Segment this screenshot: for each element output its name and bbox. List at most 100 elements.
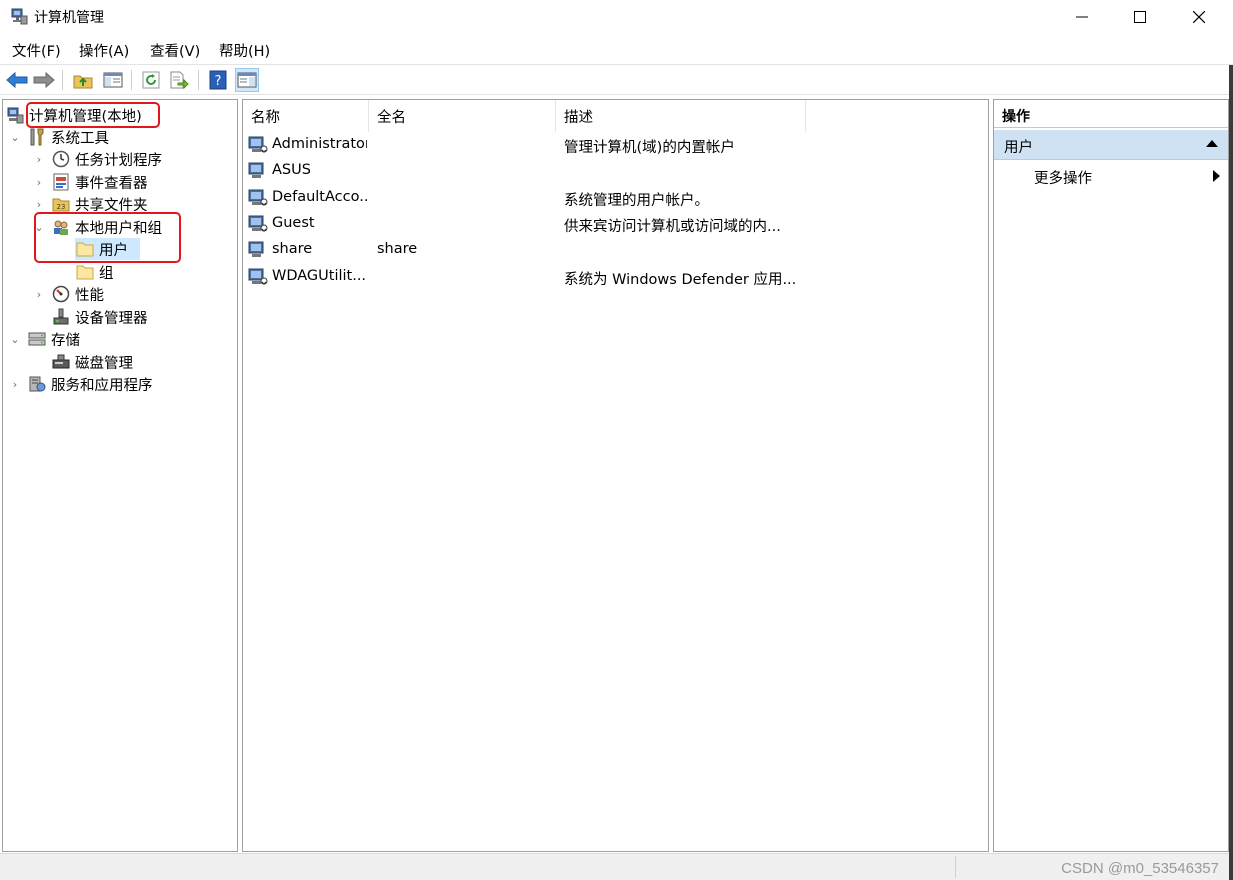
forward-button[interactable] xyxy=(32,68,56,92)
chevron-down-icon[interactable]: ⌄ xyxy=(9,131,21,144)
toolbar-separator xyxy=(62,70,63,90)
window-title: 计算机管理 xyxy=(34,10,104,26)
tree-item-label: 性能 xyxy=(75,287,104,304)
menu-view[interactable]: 查看(V) xyxy=(150,40,200,61)
more-actions-item[interactable]: 更多操作 xyxy=(1034,167,1092,188)
user-description: 供来宾访问计算机或访问域的内... xyxy=(564,219,781,235)
tree-item-services-apps[interactable]: › 服务和应用程序 xyxy=(9,373,153,395)
user-name: ASUS xyxy=(272,162,311,178)
highlight-box xyxy=(26,102,160,128)
show-hide-action-pane-button[interactable] xyxy=(235,68,259,92)
tree-item-label: 任务计划程序 xyxy=(75,152,162,169)
performance-icon xyxy=(51,284,71,304)
up-folder-icon xyxy=(73,75,93,89)
computer-management-icon xyxy=(10,7,28,25)
maximize-button[interactable] xyxy=(1111,0,1169,33)
collapse-arrow-icon[interactable] xyxy=(1206,140,1218,147)
user-account-icon xyxy=(248,240,269,261)
chevron-right-icon[interactable]: › xyxy=(33,198,45,211)
chevron-down-icon[interactable]: ⌄ xyxy=(9,333,21,346)
actions-pane: 操作 用户 更多操作 xyxy=(993,99,1229,852)
column-header-description[interactable]: 描述 xyxy=(556,100,806,132)
chevron-right-icon[interactable]: › xyxy=(33,153,45,166)
device-manager-icon xyxy=(51,307,71,327)
list-item[interactable]: ASUS xyxy=(243,158,988,184)
user-name: DefaultAcco... xyxy=(272,189,367,205)
actions-section-header[interactable]: 用户 xyxy=(994,130,1228,160)
shared-folder-icon: 23 xyxy=(51,194,71,214)
tree-item-label: 事件查看器 xyxy=(75,175,148,192)
list-item[interactable]: share share xyxy=(243,237,988,263)
svg-text:?: ? xyxy=(215,74,222,89)
list-item[interactable]: Administrator 管理计算机(域)的内置帐户 xyxy=(243,132,988,158)
user-fullname: share xyxy=(377,241,418,257)
chevron-right-icon[interactable]: › xyxy=(33,288,45,301)
maximize-icon xyxy=(1134,10,1146,23)
user-description: 管理计算机(域)的内置帐户 xyxy=(564,140,735,156)
export-list-icon xyxy=(170,71,189,89)
actions-section-label: 用户 xyxy=(1004,140,1033,156)
tree-item-device-manager[interactable]: 设备管理器 xyxy=(51,306,148,328)
column-header-fullname[interactable]: 全名 xyxy=(369,100,556,132)
user-name: WDAGUtilit... xyxy=(272,268,367,284)
tools-icon xyxy=(27,127,47,147)
column-header-name[interactable]: 名称 xyxy=(243,100,369,132)
toolbar-separator xyxy=(198,70,199,90)
chevron-right-icon[interactable]: › xyxy=(33,176,45,189)
help-icon: ? xyxy=(209,70,227,90)
folder-icon xyxy=(75,262,95,282)
refresh-icon xyxy=(142,71,160,89)
list-item[interactable]: Guest 供来宾访问计算机或访问域的内... xyxy=(243,211,988,237)
list-item[interactable]: DefaultAcco... 系统管理的用户帐户。 xyxy=(243,185,988,211)
refresh-button[interactable] xyxy=(139,68,163,92)
minimize-button[interactable] xyxy=(1053,0,1111,33)
tree-item-system-tools[interactable]: ⌄ 系统工具 xyxy=(9,126,109,148)
menu-file[interactable]: 文件(F) xyxy=(12,40,61,61)
user-account-icon xyxy=(248,135,269,156)
user-name: Guest xyxy=(272,215,315,231)
list-item[interactable]: WDAGUtilit... 系统为 Windows Defender 应用... xyxy=(243,264,988,290)
tree-item-label: 组 xyxy=(99,265,114,282)
tree-item-disk-management[interactable]: 磁盘管理 xyxy=(51,351,133,373)
export-list-button[interactable] xyxy=(167,68,191,92)
user-description: 系统管理的用户帐户。 xyxy=(564,193,709,209)
highlight-box xyxy=(34,212,181,263)
actions-title: 操作 xyxy=(994,100,1228,128)
show-hide-tree-button[interactable] xyxy=(101,68,125,92)
minimize-icon xyxy=(1076,16,1088,17)
back-button[interactable] xyxy=(5,68,29,92)
menu-bar: 文件(F) 操作(A) 查看(V) 帮助(H) xyxy=(0,36,1233,62)
storage-icon xyxy=(27,329,47,349)
help-button[interactable]: ? xyxy=(206,68,230,92)
user-account-icon xyxy=(248,214,269,235)
status-divider xyxy=(955,856,956,878)
clock-icon xyxy=(51,149,71,169)
user-name: Administrator xyxy=(272,136,367,152)
user-description: 系统为 Windows Defender 应用... xyxy=(564,272,797,288)
tree-item-event-viewer[interactable]: › 事件查看器 xyxy=(33,171,148,193)
tree-item-storage[interactable]: ⌄ 存储 xyxy=(9,328,80,350)
tree-item-label: 服务和应用程序 xyxy=(51,377,153,394)
tree-item-label: 磁盘管理 xyxy=(75,355,133,372)
tree-item-task-scheduler[interactable]: › 任务计划程序 xyxy=(33,148,162,170)
console-tree[interactable]: 计算机管理(本地) ⌄ 系统工具 › 任务计划程序 › 事件查看器 › 23 共… xyxy=(2,99,238,852)
up-level-button[interactable] xyxy=(71,68,95,92)
close-button[interactable] xyxy=(1170,0,1228,33)
user-name: share xyxy=(272,241,313,257)
chevron-right-icon[interactable]: › xyxy=(9,378,21,391)
tree-item-label: 设备管理器 xyxy=(75,310,148,327)
tree-item-performance[interactable]: › 性能 xyxy=(33,283,104,305)
user-account-icon xyxy=(248,161,269,182)
tree-item-label: 系统工具 xyxy=(51,130,109,147)
tree-item-groups[interactable]: 组 xyxy=(75,261,114,283)
menu-action[interactable]: 操作(A) xyxy=(79,40,129,61)
menu-help[interactable]: 帮助(H) xyxy=(219,40,270,61)
back-arrow-icon xyxy=(6,71,28,89)
user-list-view[interactable]: 名称 全名 描述 Administrator 管理计算机(域)的内置帐户 ASU… xyxy=(242,99,989,852)
list-header: 名称 全名 描述 xyxy=(243,100,988,132)
toolbar: ? xyxy=(0,64,1233,95)
close-icon xyxy=(1193,10,1205,23)
event-viewer-icon xyxy=(51,172,71,192)
forward-arrow-icon xyxy=(33,71,55,89)
watermark-text: CSDN @m0_53546357 xyxy=(1061,860,1219,877)
